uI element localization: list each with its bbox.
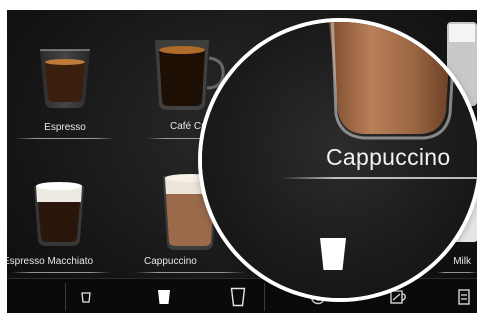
cup-size-small-button[interactable] (65, 279, 107, 313)
espresso-macchiato-glass-icon (34, 182, 84, 246)
menu-button[interactable] (451, 279, 477, 313)
toolbar-divider (65, 283, 66, 311)
espresso-glass-icon (40, 49, 90, 108)
beverage-tile-espresso-macchiato[interactable]: Espresso Macchiato (7, 178, 115, 276)
large-cup-icon (230, 287, 246, 306)
beverage-tile-espresso[interactable]: Espresso (15, 34, 115, 146)
beverage-label: Espresso Macchiato (7, 256, 94, 267)
cup-size-large-button[interactable] (217, 279, 259, 313)
menu-icon (458, 288, 470, 305)
medium-cup-zoomed-icon (320, 238, 346, 270)
toolbar-divider (264, 283, 265, 311)
magnifier-lens: Cappuccino (202, 22, 477, 298)
cappuccino-glass-zoomed-icon (329, 22, 457, 140)
beverage-selection-screen: Espresso Café Crème M Espresso Macchiato (7, 10, 477, 313)
medium-cup-icon (158, 289, 170, 304)
label-underline (437, 272, 477, 273)
beverage-label: Espresso (44, 122, 86, 133)
beverage-label: Cappuccino (144, 256, 197, 267)
cup-size-medium-button[interactable] (143, 279, 185, 313)
label-underline (135, 272, 245, 273)
small-cup-icon (81, 291, 91, 303)
magnified-label-underline (280, 177, 477, 179)
magnified-beverage-label: Cappuccino (326, 144, 451, 170)
label-underline (11, 272, 111, 273)
label-underline (15, 138, 115, 139)
cup-exchange-icon (390, 289, 406, 304)
bottom-toolbar (7, 278, 477, 313)
